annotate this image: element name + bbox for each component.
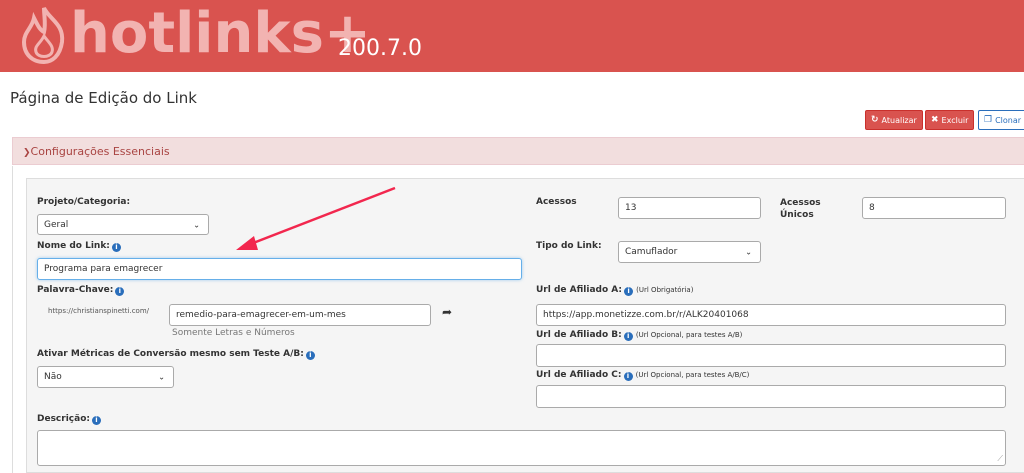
keyword-label: Palavra-Chave: i	[37, 285, 125, 296]
flame-icon	[21, 6, 65, 65]
affiliate-b-label-text: Url de Afiliado B:	[536, 330, 622, 340]
keyword-prefix: https://christianspinetti.com/	[48, 307, 150, 315]
metrics-select[interactable]: Não ⌄	[37, 366, 174, 388]
link-name-label: Nome do Link: i	[37, 241, 121, 252]
chevron-down-icon: ❯	[23, 148, 31, 158]
link-name-label-text: Nome do Link:	[37, 241, 110, 251]
affiliate-c-note: (Url Opcional, para testes A/B/C)	[635, 371, 750, 379]
resize-handle-icon[interactable]: ⟋	[997, 454, 1003, 464]
info-icon[interactable]: i	[115, 287, 125, 296]
chevron-down-icon: ⌄	[745, 247, 752, 257]
update-button[interactable]: ↻ Atualizar	[865, 110, 923, 130]
panel-title: ❯Configurações Essenciais	[23, 145, 170, 158]
delete-button-label: Excluir	[941, 115, 969, 125]
accesses-label: Acessos	[536, 197, 577, 207]
keyword-label-text: Palavra-Chave:	[37, 285, 114, 295]
unique-accesses-label: Acessos Únicos	[780, 197, 821, 221]
share-arrow-icon[interactable]: ➦	[442, 305, 452, 319]
info-icon[interactable]: i	[111, 243, 121, 252]
affiliate-a-label-text: Url de Afiliado A:	[536, 285, 623, 295]
affiliate-b-label: Url de Afiliado B: i (Url Opcional, para …	[536, 330, 742, 341]
affiliate-a-value: https://app.monetizze.com.br/r/ALK204010…	[543, 310, 749, 320]
description-label: Descrição: i	[37, 414, 101, 425]
accesses-value: 13	[625, 203, 637, 213]
logo-text: hotlinks+	[70, 1, 371, 66]
link-type-select[interactable]: Camuflador ⌄	[618, 241, 761, 263]
description-textarea[interactable]: ⟋	[37, 430, 1006, 466]
metrics-label-text: Ativar Métricas de Conversão mesmo sem T…	[37, 349, 304, 359]
panel-header[interactable]: ❯Configurações Essenciais	[12, 137, 1024, 165]
page-title: Página de Edição do Link	[10, 89, 197, 107]
info-icon[interactable]: i	[623, 372, 633, 381]
project-select-value: Geral	[44, 219, 69, 230]
affiliate-b-note: (Url Opcional, para testes A/B)	[635, 331, 743, 339]
keyword-helper: Somente Letras e Números	[172, 328, 295, 338]
affiliate-a-label: Url de Afiliado A: i (Url Obrigatória)	[536, 285, 693, 296]
copy-icon: ❐	[984, 115, 993, 125]
update-button-label: Atualizar	[881, 115, 917, 125]
affiliate-b-input[interactable]	[536, 344, 1006, 367]
app-header: hotlinks+ 200.7.0	[0, 0, 1024, 72]
unique-label-line1: Acessos	[780, 198, 821, 208]
affiliate-c-input[interactable]	[536, 385, 1006, 408]
description-label-text: Descrição:	[37, 414, 90, 424]
accesses-field[interactable]: 13	[618, 197, 761, 219]
metrics-label: Ativar Métricas de Conversão mesmo sem T…	[37, 349, 315, 360]
affiliate-c-label-text: Url de Afiliado C:	[536, 370, 622, 380]
affiliate-a-note: (Url Obrigatória)	[636, 286, 694, 294]
keyword-input[interactable]: remedio-para-emagrecer-em-um-mes	[169, 304, 431, 326]
refresh-icon: ↻	[871, 115, 879, 125]
link-type-label: Tipo do Link:	[536, 241, 602, 251]
info-icon[interactable]: i	[305, 351, 315, 360]
unique-accesses-value: 8	[869, 203, 875, 213]
link-type-value: Camuflador	[625, 247, 678, 257]
chevron-down-icon: ⌄	[158, 372, 165, 382]
project-select[interactable]: Geral ⌄	[37, 214, 209, 235]
version-label: 200.7.0	[338, 36, 422, 61]
link-name-input[interactable]: Programa para emagrecer	[37, 258, 522, 280]
link-name-value: Programa para emagrecer	[44, 264, 163, 274]
panel-title-text: Configurações Essenciais	[30, 145, 170, 158]
unique-accesses-field[interactable]: 8	[862, 197, 1006, 219]
info-icon[interactable]: i	[91, 416, 101, 425]
metrics-select-value: Não	[44, 372, 62, 382]
project-label: Projeto/Categoria:	[37, 197, 131, 207]
info-icon[interactable]: i	[624, 287, 634, 296]
times-icon: ✖	[931, 115, 939, 125]
clone-button[interactable]: ❐ Clonar	[978, 110, 1024, 130]
affiliate-c-label: Url de Afiliado C: i (Url Opcional, para …	[536, 370, 749, 381]
info-icon[interactable]: i	[623, 332, 633, 341]
affiliate-a-input[interactable]: https://app.monetizze.com.br/r/ALK204010…	[536, 304, 1006, 326]
clone-button-label: Clonar	[995, 115, 1022, 125]
delete-button[interactable]: ✖ Excluir	[925, 110, 975, 130]
keyword-value: remedio-para-emagrecer-em-um-mes	[176, 310, 346, 320]
unique-label-line2: Únicos	[780, 210, 814, 220]
chevron-down-icon: ⌄	[193, 220, 200, 229]
